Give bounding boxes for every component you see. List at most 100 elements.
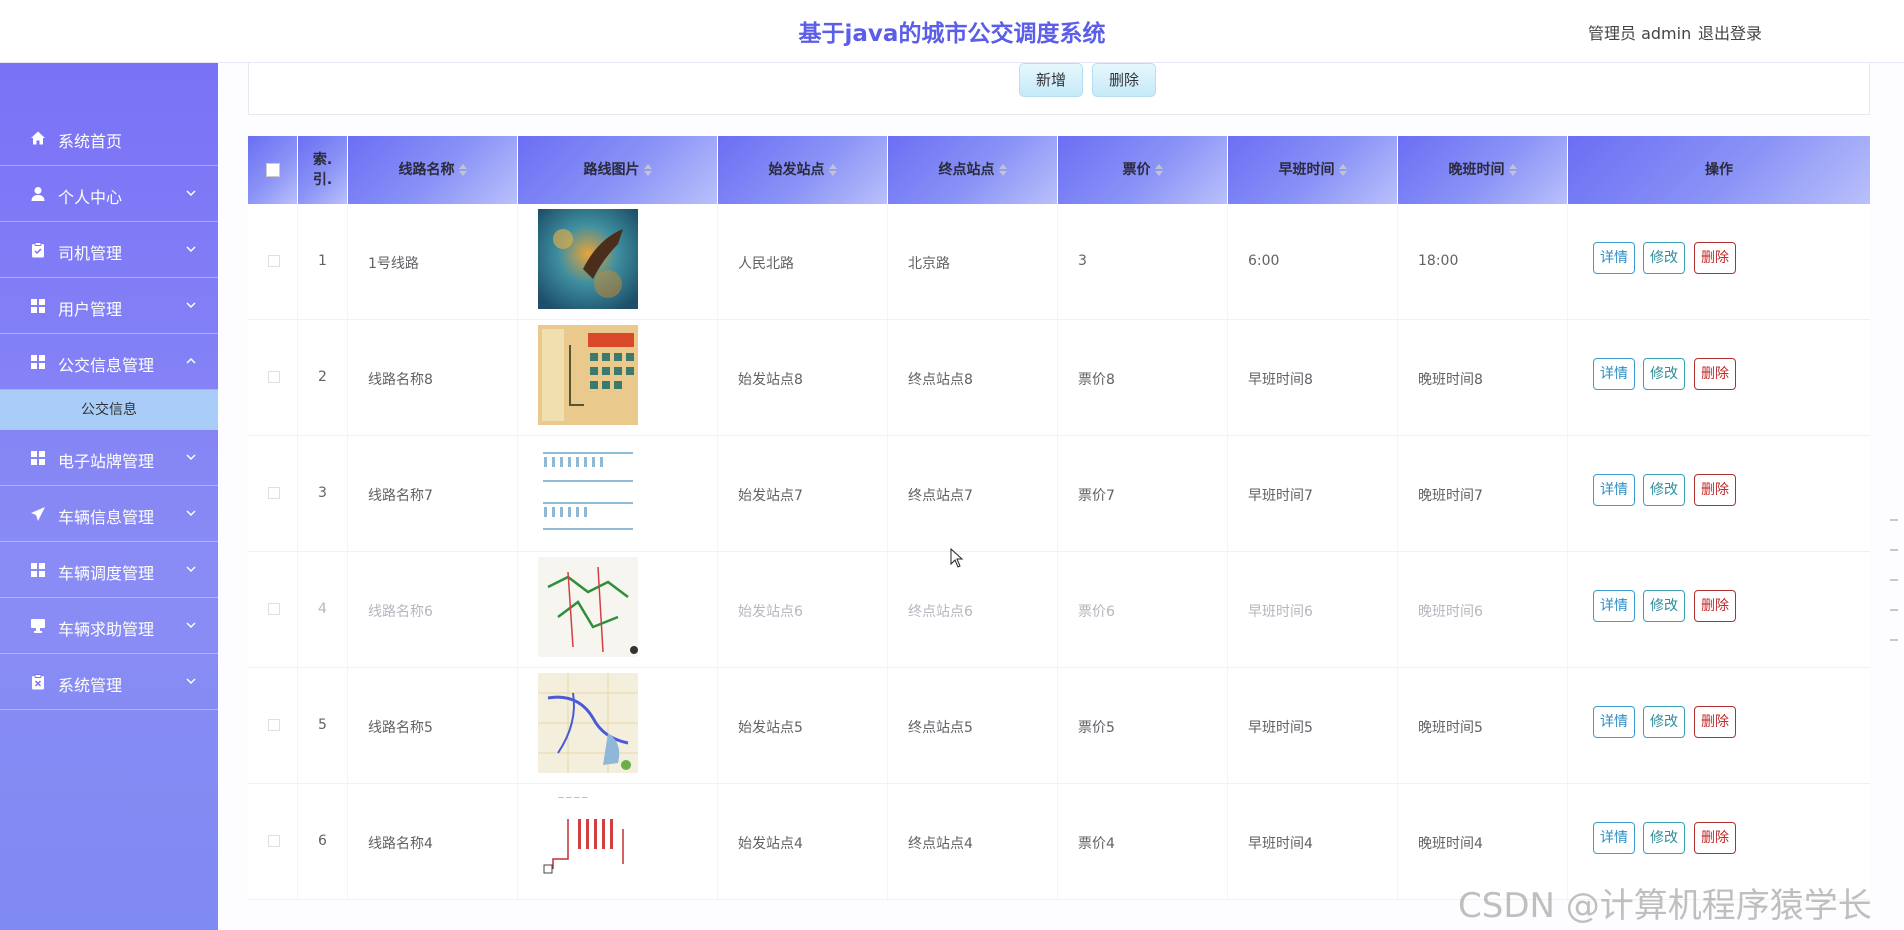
grid-icon <box>31 299 45 313</box>
submenu-item-bus-info[interactable]: 公交信息 <box>0 390 218 430</box>
sidebar-item-dispatch[interactable]: 车辆调度管理 <box>0 542 218 598</box>
sort-icon[interactable] <box>1338 164 1347 176</box>
header-morning-time[interactable]: 早班时间 <box>1228 136 1398 204</box>
select-all-checkbox[interactable] <box>265 163 280 177</box>
chevron-down-icon <box>186 622 196 629</box>
sidebar-item-vehicle-info[interactable]: 车辆信息管理 <box>0 486 218 542</box>
user-icon <box>31 187 45 201</box>
delete-button[interactable]: 删除 <box>1694 474 1736 506</box>
index-cell: 2 <box>298 320 348 436</box>
header-index: 索. 引. <box>298 136 348 204</box>
price-cell: 票价6 <box>1058 552 1228 668</box>
header-evening-time[interactable]: 晚班时间 <box>1398 136 1568 204</box>
sidebar-item-label: 个人中心 <box>58 188 123 207</box>
row-checkbox[interactable] <box>268 255 280 267</box>
detail-button[interactable]: 详情 <box>1593 590 1635 622</box>
route-map-image[interactable] <box>538 325 638 425</box>
route-map-image[interactable] <box>538 441 638 541</box>
row-checkbox[interactable] <box>268 719 280 731</box>
row-select-cell <box>248 204 298 320</box>
route-image-cell <box>518 668 718 784</box>
row-index: 1 <box>318 253 327 269</box>
sidebar-item-bus-info[interactable]: 公交信息管理 <box>0 334 218 390</box>
operations-cell: 详情 修改 删除 <box>1568 204 1870 320</box>
header-start-station[interactable]: 始发站点 <box>718 136 888 204</box>
index-cell: 5 <box>298 668 348 784</box>
end-station-cell: 终点站点6 <box>888 552 1058 668</box>
header-route-image[interactable]: 路线图片 <box>518 136 718 204</box>
edit-button[interactable]: 修改 <box>1643 590 1685 622</box>
sidebar-item-label: 系统管理 <box>58 676 123 695</box>
sidebar-item-profile[interactable]: 个人中心 <box>0 166 218 222</box>
detail-button[interactable]: 详情 <box>1593 474 1635 506</box>
mouse-cursor-icon <box>950 548 964 568</box>
morning-time-cell: 早班时间5 <box>1228 668 1398 784</box>
delete-button[interactable]: 删除 <box>1694 242 1736 274</box>
route-image-cell <box>518 552 718 668</box>
price-cell: 票价8 <box>1058 320 1228 436</box>
scroll-indicator-icon <box>1890 519 1898 641</box>
operations-cell: 详情 修改 删除 <box>1568 320 1870 436</box>
table-row: 1 1号线路 人民北路 北京路 3 6:00 18:00 详情 修改 删除 <box>248 204 1870 320</box>
table-row: 2 线路名称8 始发站点8 终点站点8 票价8 早班时间8 晚班时间8 详情 修改 删除 <box>248 320 1870 436</box>
delete-button[interactable]: 删除 <box>1694 590 1736 622</box>
index-cell: 3 <box>298 436 348 552</box>
row-index: 2 <box>318 369 327 385</box>
logout-link[interactable]: 退出登录 <box>1698 20 1762 44</box>
route-map-image[interactable] <box>538 673 638 773</box>
row-select-cell <box>248 320 298 436</box>
row-index: 3 <box>318 485 327 501</box>
morning-time-cell: 早班时间4 <box>1228 784 1398 900</box>
route-image-cell <box>518 204 718 320</box>
sidebar-item-home[interactable]: 系统首页 <box>0 110 218 166</box>
add-button[interactable]: 新增 <box>1019 63 1083 97</box>
row-checkbox[interactable] <box>268 371 280 383</box>
edit-button[interactable]: 修改 <box>1643 474 1685 506</box>
delete-button[interactable]: 删除 <box>1694 706 1736 738</box>
sidebar-item-e-sign[interactable]: 电子站牌管理 <box>0 430 218 486</box>
sort-icon[interactable] <box>458 164 467 176</box>
detail-button[interactable]: 详情 <box>1593 358 1635 390</box>
detail-button[interactable]: 详情 <box>1593 242 1635 274</box>
evening-time-cell: 晚班时间5 <box>1398 668 1568 784</box>
route-map-image[interactable]: — — — — <box>538 789 638 889</box>
svg-text:— — — —: — — — — <box>558 794 588 801</box>
sort-icon[interactable] <box>1508 164 1517 176</box>
edit-button[interactable]: 修改 <box>1643 358 1685 390</box>
sort-icon[interactable] <box>1154 164 1163 176</box>
sidebar-item-system[interactable]: 系统管理 <box>0 654 218 710</box>
end-station-cell: 终点站点4 <box>888 784 1058 900</box>
sort-icon[interactable] <box>998 164 1007 176</box>
header-route-name[interactable]: 线路名称 <box>348 136 518 204</box>
sidebar: 系统首页 个人中心 司机管理 用户管理 公交信息管理 公交信息 电子站牌管理 车… <box>0 63 218 930</box>
sidebar-item-help[interactable]: 车辆求助管理 <box>0 598 218 654</box>
morning-time-cell: 早班时间7 <box>1228 436 1398 552</box>
route-map-image[interactable] <box>538 209 638 309</box>
batch-delete-button[interactable]: 删除 <box>1092 63 1156 97</box>
route-name-cell: 线路名称8 <box>348 320 518 436</box>
sidebar-item-label: 车辆调度管理 <box>58 564 155 583</box>
route-name-cell: 线路名称7 <box>348 436 518 552</box>
delete-button[interactable]: 删除 <box>1694 822 1736 854</box>
sidebar-item-users[interactable]: 用户管理 <box>0 278 218 334</box>
sort-icon[interactable] <box>643 164 652 176</box>
sidebar-item-drivers[interactable]: 司机管理 <box>0 222 218 278</box>
edit-button[interactable]: 修改 <box>1643 242 1685 274</box>
sort-icon[interactable] <box>828 164 837 176</box>
route-image-cell <box>518 436 718 552</box>
edit-button[interactable]: 修改 <box>1643 706 1685 738</box>
row-checkbox[interactable] <box>268 487 280 499</box>
detail-button[interactable]: 详情 <box>1593 706 1635 738</box>
sidebar-item-label: 公交信息管理 <box>58 356 155 375</box>
detail-button[interactable]: 详情 <box>1593 822 1635 854</box>
row-checkbox[interactable] <box>268 603 280 615</box>
clipboard-x-icon <box>32 674 44 690</box>
row-checkbox[interactable] <box>268 835 280 847</box>
row-index: 5 <box>318 717 327 733</box>
edit-button[interactable]: 修改 <box>1643 822 1685 854</box>
header-end-station[interactable]: 终点站点 <box>888 136 1058 204</box>
route-map-image[interactable] <box>538 557 638 657</box>
delete-button[interactable]: 删除 <box>1694 358 1736 390</box>
chevron-down-icon <box>186 678 196 685</box>
header-price[interactable]: 票价 <box>1058 136 1228 204</box>
